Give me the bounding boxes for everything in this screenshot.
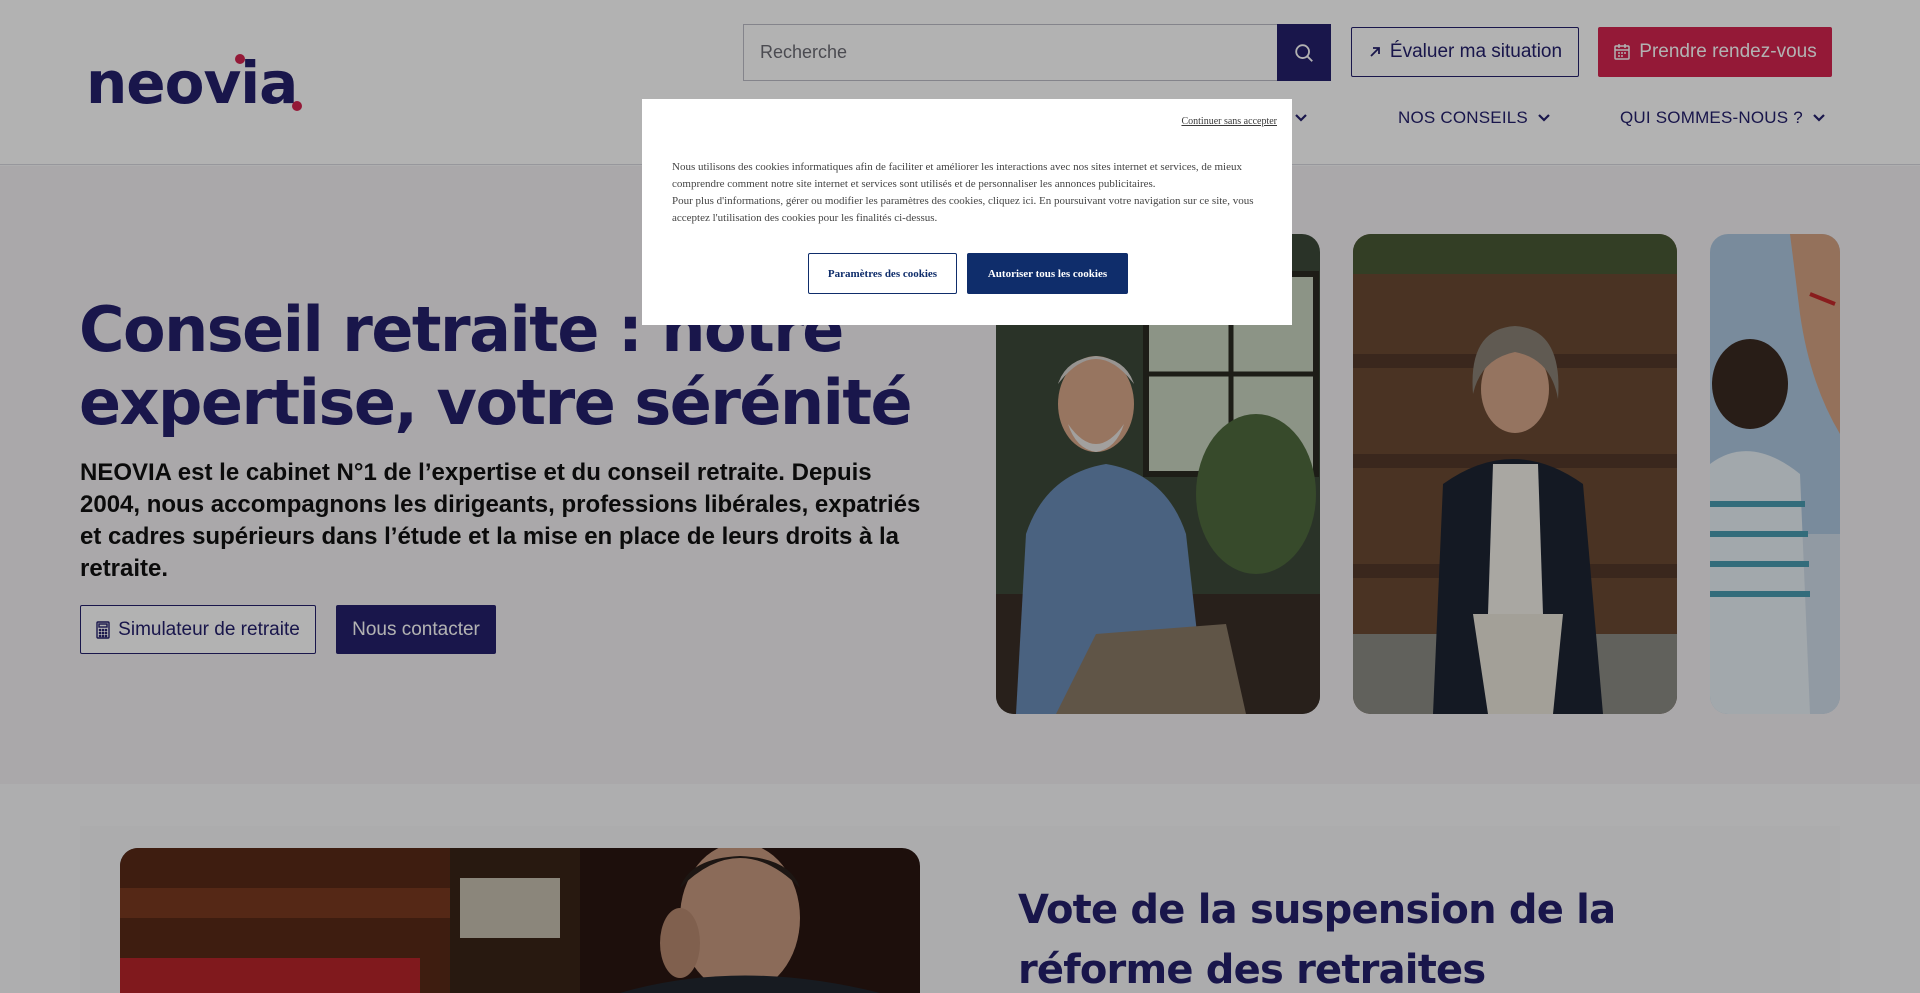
cookie-settings-label: Paramètres des cookies (827, 267, 938, 280)
cookie-description-paragraph: Nous utilisons des cookies informatiques… (672, 161, 1242, 190)
cookie-more-info-paragraph: Pour plus d'informations, gérer ou modif… (672, 195, 1254, 224)
accept-all-cookies-button[interactable]: Autoriser tous les cookies (967, 253, 1128, 294)
continue-without-accepting-link[interactable]: Continuer sans accepter (1181, 116, 1277, 127)
accept-all-label: Autoriser tous les cookies (987, 267, 1108, 280)
cookie-settings-button[interactable]: Paramètres des cookies (808, 253, 957, 294)
cookie-description: Nous utilisons des cookies informatiques… (672, 159, 1272, 227)
cookie-consent-modal: Continuer sans accepter Nous utilisons d… (642, 99, 1292, 325)
